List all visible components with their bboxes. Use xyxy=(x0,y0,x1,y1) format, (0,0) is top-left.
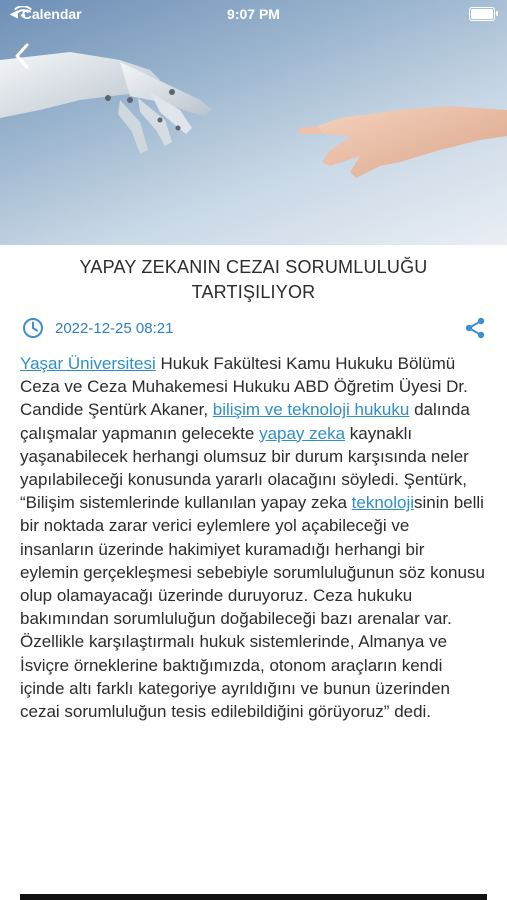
hero-image: ◀ Calendar 9:07 PM xyxy=(0,0,507,245)
article-date: 2022-12-25 08:21 xyxy=(55,320,174,337)
status-bar: ◀ Calendar 9:07 PM xyxy=(0,0,507,30)
link-yasar-universitesi[interactable]: Yaşar Üniversitesi xyxy=(20,354,156,373)
chevron-left-icon xyxy=(15,43,29,69)
share-icon[interactable] xyxy=(463,316,487,340)
status-time: 9:07 PM xyxy=(227,6,280,22)
body-text: sinin belli bir noktada zarar verici eyl… xyxy=(20,493,485,722)
content-divider xyxy=(20,894,487,900)
article-meta: 2022-12-25 08:21 xyxy=(20,316,489,342)
article-title: YAPAY ZEKANIN CEZAI SORUMLULUĞU TARTIŞIL… xyxy=(79,257,428,302)
article-body: Yaşar Üniversitesi Hukuk Fakültesi Kamu … xyxy=(20,352,487,723)
link-teknoloji[interactable]: teknoloji xyxy=(352,493,414,512)
battery-icon xyxy=(469,7,498,21)
link-bilisim-ve-teknoloji-hukuku[interactable]: bilişim ve teknoloji hukuku xyxy=(213,400,410,419)
back-button[interactable] xyxy=(14,42,44,78)
link-yapay-zeka[interactable]: yapay zeka xyxy=(259,424,345,443)
clock-icon xyxy=(23,318,43,338)
robot-and-human-hands-illustration xyxy=(0,52,507,178)
